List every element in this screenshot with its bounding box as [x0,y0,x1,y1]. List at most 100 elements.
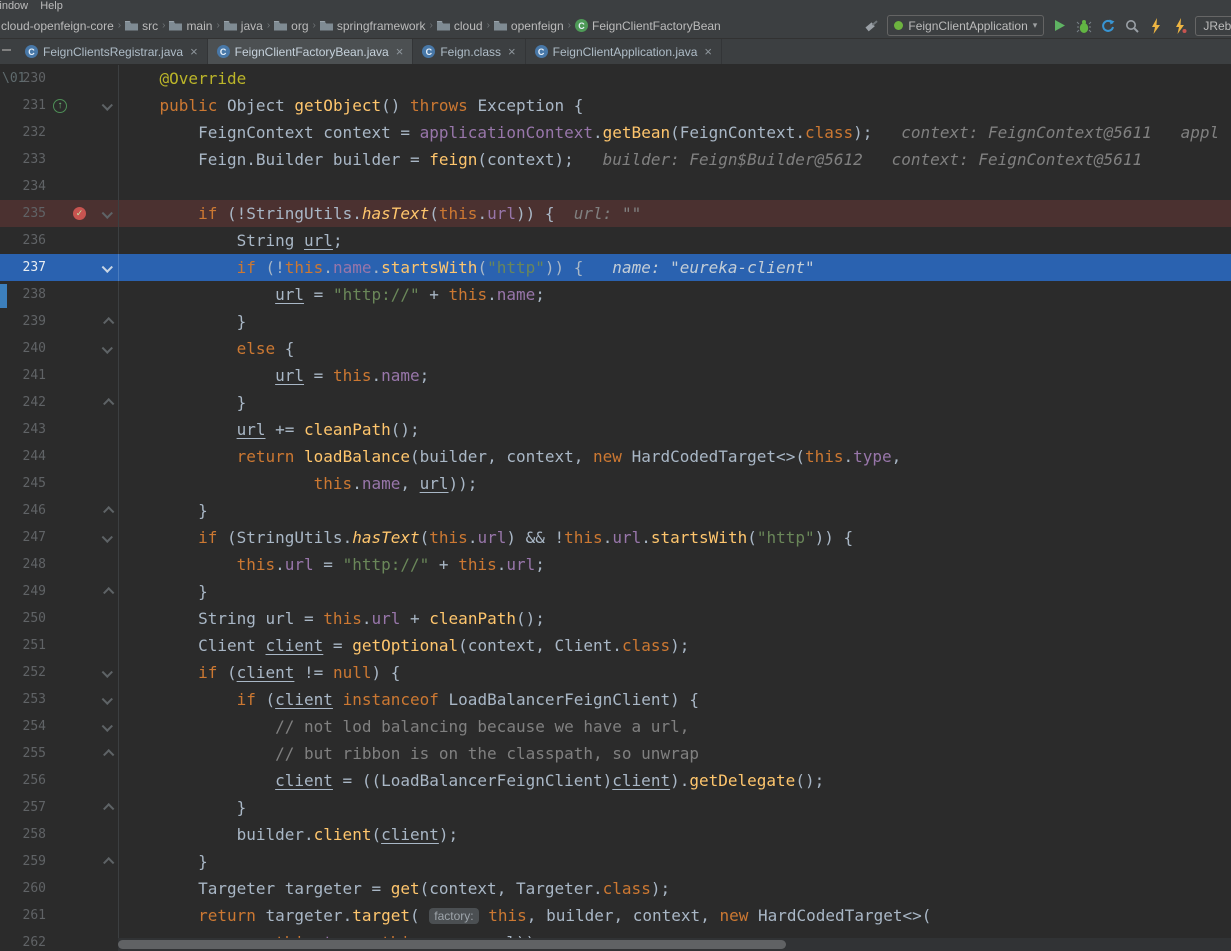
line-number[interactable]: 249 [0,578,46,605]
update-application-icon[interactable] [1099,17,1116,34]
fold-zone[interactable] [98,659,118,686]
fold-zone[interactable] [98,686,118,713]
gutter-icons[interactable] [46,794,98,821]
line-number[interactable]: 246 [0,497,46,524]
gutter-icons[interactable] [46,308,98,335]
close-icon[interactable]: × [704,45,712,58]
gutter-icons[interactable] [46,254,98,281]
tab-Feign.class[interactable]: C Feign.class × [413,39,526,64]
line-number[interactable]: 239 [0,308,46,335]
fold-zone[interactable] [98,902,118,929]
breadcrumb-item[interactable]: src [122,19,161,33]
gutter[interactable]: 231 ↑ [0,92,119,119]
fold-zone[interactable] [98,524,118,551]
gutter[interactable]: 257 [0,794,119,821]
line-number[interactable]: 262 [0,929,46,951]
line-number[interactable]: 232 [0,119,46,146]
breakpoint-icon[interactable]: ✓ [73,207,86,220]
gutter-icons[interactable] [46,713,98,740]
fold-zone[interactable] [98,794,118,821]
gutter[interactable]: 241 [0,362,119,389]
tool-window-stripe-icon[interactable] [2,49,11,51]
run-configuration-select[interactable]: FeignClientApplication ▾ [887,15,1045,36]
gutter[interactable]: 258 [0,821,119,848]
fold-zone[interactable] [98,443,118,470]
close-icon[interactable]: × [396,45,404,58]
line-number[interactable]: 257 [0,794,46,821]
fold-zone[interactable] [98,713,118,740]
line-number[interactable]: 234 [0,173,46,200]
close-icon[interactable]: × [508,45,516,58]
gutter-icons[interactable] [46,173,98,200]
gutter-icons[interactable] [46,578,98,605]
fold-zone[interactable] [98,308,118,335]
gutter-icons[interactable] [46,875,98,902]
breadcrumb-item[interactable]: java [221,19,266,33]
fold-up-icon[interactable] [103,856,115,868]
gutter[interactable]: 253 [0,686,119,713]
fold-up-icon[interactable] [103,316,115,328]
fold-zone[interactable] [98,281,118,308]
debug-icon[interactable] [1075,17,1092,34]
line-number[interactable]: 240 [0,335,46,362]
gutter[interactable]: 238 [0,281,119,308]
gutter-icons[interactable] [46,929,98,951]
line-number[interactable]: 235 [0,200,46,227]
gutter-icons[interactable] [46,767,98,794]
gutter[interactable]: 236 [0,227,119,254]
fold-down-icon[interactable] [101,666,113,678]
line-number[interactable]: 253 [0,686,46,713]
gutter[interactable]: 259 [0,848,119,875]
scrollbar-thumb[interactable] [118,940,786,949]
line-number[interactable]: 243 [0,416,46,443]
gutter-icons[interactable] [46,551,98,578]
menu-help[interactable]: Help [40,0,72,13]
gutter-icons[interactable] [46,821,98,848]
fold-up-icon[interactable] [103,586,115,598]
fold-zone[interactable] [98,254,118,281]
gutter-icons[interactable] [46,119,98,146]
gutter[interactable]: 242 [0,389,119,416]
line-number[interactable]: 250 [0,605,46,632]
line-number[interactable]: 256 [0,767,46,794]
breadcrumb-item[interactable]: springframework [317,19,429,33]
fold-up-icon[interactable] [103,802,115,814]
line-number[interactable]: 241 [0,362,46,389]
gutter-icons[interactable] [46,443,98,470]
gutter[interactable]: 245 [0,470,119,497]
code-editor[interactable]: \01 230 @Override 231 ↑ public Object getO… [0,65,1231,951]
fold-zone[interactable] [98,578,118,605]
breadcrumb-item[interactable]: cloud [434,19,486,33]
gutter[interactable]: 240 [0,335,119,362]
fold-zone[interactable] [98,65,118,92]
gutter[interactable]: 235 ✓ [0,200,119,227]
gutter[interactable]: 233 [0,146,119,173]
horizontal-scrollbar[interactable] [118,938,1231,951]
tab-FeignClientFactoryBean.java[interactable]: C FeignClientFactoryBean.java × [207,39,414,64]
hammer-icon[interactable] [863,17,880,34]
fold-zone[interactable] [98,173,118,200]
line-number[interactable]: 242 [0,389,46,416]
gutter-icons[interactable] [46,848,98,875]
fold-zone[interactable] [98,605,118,632]
gutter[interactable]: 255 [0,740,119,767]
fold-down-icon[interactable] [101,693,113,705]
fold-down-icon[interactable] [101,531,113,543]
gutter-icons[interactable] [46,740,98,767]
line-number[interactable]: 254 [0,713,46,740]
jrebel-button[interactable]: JRebe [1195,15,1231,36]
breadcrumb-item[interactable]: org [271,19,311,33]
line-number[interactable]: 255 [0,740,46,767]
search-icon[interactable] [1123,17,1140,34]
gutter-icons[interactable] [46,362,98,389]
gutter-icons[interactable] [46,524,98,551]
fold-zone[interactable] [98,389,118,416]
gutter[interactable]: 237 [0,254,119,281]
gutter-icons[interactable] [46,65,98,92]
close-icon[interactable]: × [190,45,198,58]
fold-down-icon[interactable] [101,261,113,273]
tab-FeignClientsRegistrar.java[interactable]: C FeignClientsRegistrar.java × [16,39,208,64]
gutter[interactable]: 246 [0,497,119,524]
gutter[interactable]: 249 [0,578,119,605]
gutter-icons[interactable] [46,605,98,632]
